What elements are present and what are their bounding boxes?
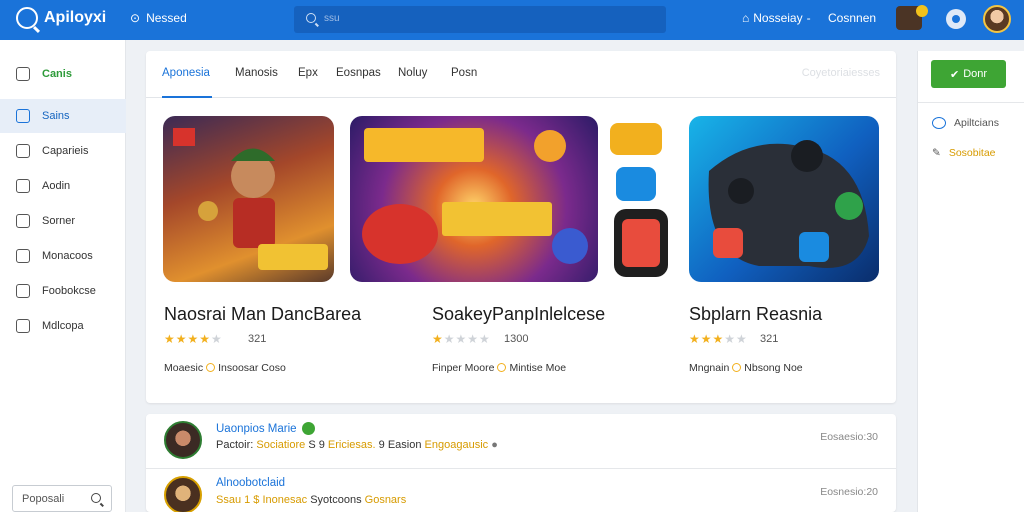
tab-noluy[interactable]: Noluy	[398, 67, 427, 79]
home-icon: ⌂	[742, 11, 750, 25]
settings-icon[interactable]	[946, 9, 966, 29]
sidebar-item-sorner[interactable]: Sorner	[0, 204, 126, 238]
user-link[interactable]: Cosnnen	[828, 11, 876, 25]
top-bar: Apiloyxi ⊙ Nessed ssu ⌂ Nosseiay - Cosnn…	[0, 0, 1024, 40]
game-thumbnail-2[interactable]	[350, 116, 598, 282]
monitor-icon	[16, 67, 30, 81]
sidebar-item-foobokcse[interactable]: Foobokcse	[0, 274, 126, 308]
home-link[interactable]: ⌂ Nosseiay -	[742, 11, 811, 25]
app-icons-cluster	[608, 121, 672, 281]
notification-dot	[916, 5, 928, 17]
rating-count-1: 321	[248, 333, 267, 345]
game-meta-2: Finper Moore Mintise Moe	[432, 362, 567, 374]
grid-icon: ⊙	[130, 11, 141, 25]
game-meta-1: Moaesic Insoosar Coso	[164, 362, 286, 374]
tab-posn[interactable]: Posn	[451, 67, 477, 79]
gamepad-icon	[16, 109, 30, 123]
avatar[interactable]	[983, 5, 1011, 33]
feed-detail: Ssau 1 $ Inonesac Syotcoons Gosnars	[216, 494, 407, 506]
headset-icon	[932, 117, 946, 129]
user-icon	[16, 319, 30, 333]
feed-timestamp: Eosnesio:20	[820, 486, 878, 498]
game-title-2[interactable]: SoakeyPanpInlelcese	[432, 304, 605, 325]
tab-bar: Aponesia Manosis Epx Eosnpas Noluy Posn …	[146, 51, 896, 98]
game-thumbnail-3[interactable]	[689, 116, 879, 282]
active-tab-indicator	[162, 96, 212, 98]
hero-artwork-icon	[173, 128, 328, 270]
sidebar-item-monacoos[interactable]: Monacoos	[0, 239, 126, 273]
game-title-1[interactable]: Naosrai Man DancBarea	[164, 304, 361, 325]
rating-count-3: 321	[760, 333, 779, 345]
search-input[interactable]: ssu	[294, 6, 666, 33]
coin-icon	[497, 363, 507, 372]
chevron-down-icon: -	[806, 11, 811, 25]
nav-link[interactable]: ⊙ Nessed	[130, 11, 187, 25]
activity-feed: Uaonpios Marie Pactoir: Sociatiore S 9 E…	[146, 414, 896, 512]
info-icon: ●	[491, 439, 498, 451]
pencil-icon: ✎	[932, 147, 941, 159]
right-item-apiltcians[interactable]: Apiltcians	[932, 117, 999, 129]
feed-timestamp: Eosaesio:30	[820, 431, 878, 443]
grid-icon	[16, 249, 30, 263]
verified-icon	[301, 422, 315, 435]
avatar[interactable]	[164, 476, 202, 512]
right-panel: ✔ Donr Apiltcians ✎ Sosobitae	[917, 51, 1024, 512]
search-icon	[306, 13, 316, 23]
coin-icon	[732, 363, 742, 372]
feed-item[interactable]: Uaonpios Marie Pactoir: Sociatiore S 9 E…	[146, 414, 896, 468]
game-thumbnail-1[interactable]	[163, 116, 334, 282]
game-meta-3: Mngnain Nbsong Noe	[689, 362, 803, 374]
controller-artwork-icon	[708, 140, 869, 268]
divider	[918, 102, 1024, 103]
notification-icon[interactable]	[896, 5, 928, 30]
document-icon	[16, 214, 30, 228]
sidebar-item-sains[interactable]: Sains	[0, 99, 126, 133]
coin-icon	[206, 363, 216, 372]
search-placeholder: ssu	[324, 13, 340, 24]
check-icon: ✔	[949, 68, 960, 81]
feed-user-name[interactable]: Uaonpios Marie	[216, 422, 315, 435]
right-item-sosobitae[interactable]: ✎ Sosobitae	[932, 147, 996, 159]
feed-user-name[interactable]: Alnoobotclaid	[216, 477, 285, 489]
app-name: Apiloyxi	[44, 9, 107, 26]
tab-manosis[interactable]: Manosis	[235, 67, 278, 79]
sidebar-item-mdlcopa[interactable]: Mdlcopa	[0, 309, 126, 343]
tab-epx[interactable]: Epx	[298, 67, 318, 79]
app-logo[interactable]: Apiloyxi	[16, 7, 106, 29]
feed-detail: Pactoir: Sociatiore S 9 Ericiesas. 9 Eas…	[216, 439, 498, 451]
tab-aponesia[interactable]: Aponesia	[162, 67, 210, 79]
rating-stars-3: ★★★★★	[689, 332, 748, 346]
game-title-3[interactable]: Sbplarn Reasnia	[689, 304, 822, 325]
primary-action-button[interactable]: ✔ Donr	[931, 60, 1006, 88]
rating-stars-1: ★★★★★	[164, 332, 223, 346]
rating-stars-2: ★★★★★	[432, 332, 491, 346]
person-icon	[16, 179, 30, 193]
featured-games-panel: Aponesia Manosis Epx Eosnpas Noluy Posn …	[146, 51, 896, 403]
book-icon	[16, 284, 30, 298]
logo-icon	[16, 7, 38, 29]
avatar[interactable]	[164, 421, 202, 459]
sidebar-item-aodin[interactable]: Aodin	[0, 169, 126, 203]
feed-item[interactable]: Alnoobotclaid Ssau 1 $ Inonesac Syotcoon…	[146, 468, 896, 512]
tab-bar-right-label: Coyetoriaiesses	[801, 67, 880, 79]
sidebar-item-canis[interactable]: Canis	[0, 57, 126, 91]
game-artwork-icon	[362, 128, 588, 264]
sidebar-item-caparieis[interactable]: Caparieis	[0, 134, 126, 168]
search-icon	[91, 493, 101, 503]
sidebar: Canis Sains Caparieis Aodin Sorner Monac…	[0, 40, 126, 512]
tab-eosnpas[interactable]: Eosnpas	[336, 67, 381, 79]
puzzle-icon	[16, 144, 30, 158]
rating-count-2: 1300	[504, 333, 529, 345]
sidebar-search-input[interactable]: Poposali	[12, 485, 112, 512]
